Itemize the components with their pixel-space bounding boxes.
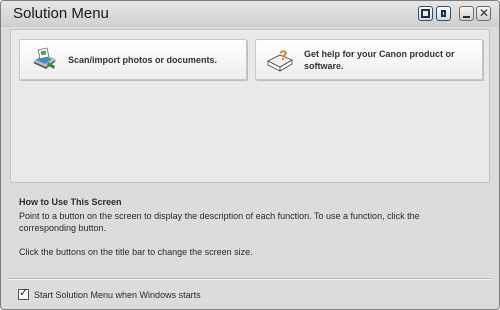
instructions-text-line-3: Click the buttons on the title bar to ch… [19,247,253,257]
close-button[interactable]: ✕ [476,6,491,21]
instructions-text-line-2: corresponding button. [19,223,107,233]
startup-checkbox[interactable]: ✓ [18,287,29,300]
svg-text:?: ? [279,47,288,63]
usage-instructions: How to Use This Screen Point to a button… [19,197,489,258]
small-screen-icon [441,10,446,17]
solution-menu-window: Solution Menu ✕ Scan/import photos or do… [0,0,500,310]
full-screen-icon [421,9,430,18]
function-panel: Scan/import photos or documents. ? Get h… [10,29,490,183]
minimize-icon [463,16,470,18]
small-screen-button[interactable] [436,6,451,21]
instructions-heading: How to Use This Screen [19,197,122,207]
scan-import-label: Scan/import photos or documents. [68,54,218,65]
startup-option[interactable]: ✓ Start Solution Menu when Windows start… [18,287,201,300]
scanner-icon [33,47,56,69]
window-title: Solution Menu [13,5,109,22]
title-bar[interactable]: Solution Menu ✕ [1,1,499,27]
close-icon: ✕ [478,6,490,20]
minimize-button[interactable] [459,6,474,21]
help-book-icon: ? [267,47,293,72]
get-help-button[interactable]: ? Get help for your Canon product or sof… [255,39,483,80]
footer-divider [8,278,492,280]
checkmark-icon: ✓ [19,287,29,299]
startup-checkbox-label[interactable]: Start Solution Menu when Windows starts [34,290,201,300]
get-help-label: Get help for your Canon product or softw… [304,48,455,71]
instructions-text-line-1: Point to a button on the screen to displ… [19,211,420,221]
scan-import-button[interactable]: Scan/import photos or documents. [19,39,247,80]
full-screen-button[interactable] [418,6,433,21]
